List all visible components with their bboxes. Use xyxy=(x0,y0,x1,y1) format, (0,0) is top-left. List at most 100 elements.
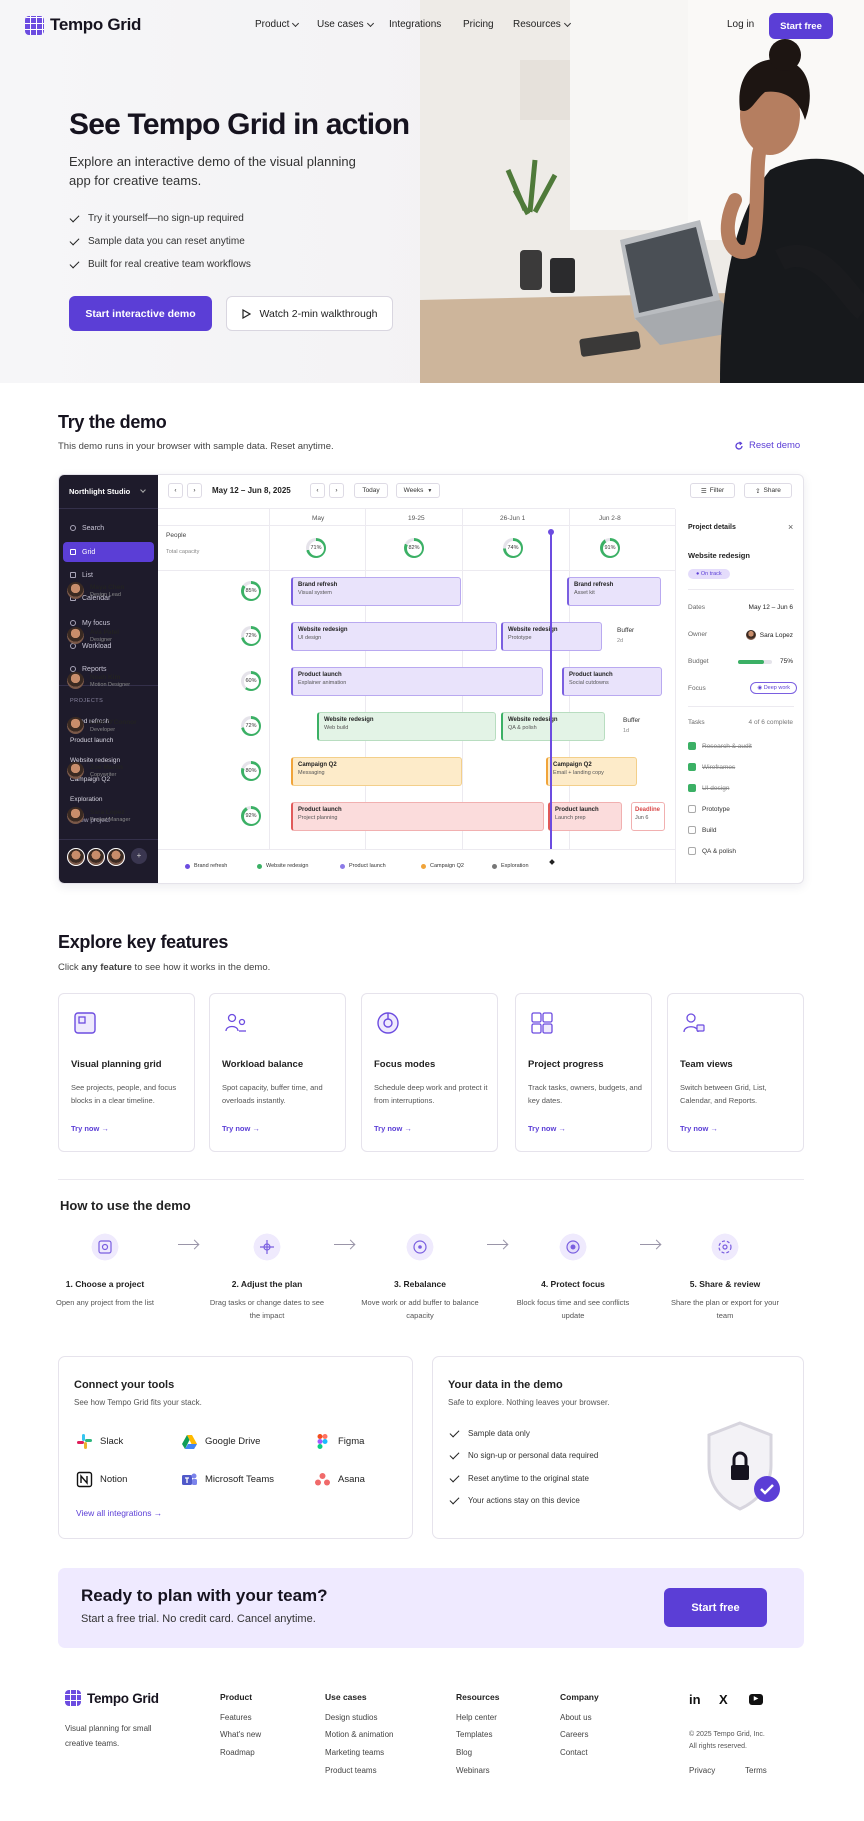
nav-start-free-button[interactable]: Start free xyxy=(769,13,833,39)
feature-card-workload[interactable]: Workload balance Spot capacity, buffer t… xyxy=(209,993,346,1152)
add-member-icon[interactable]: + xyxy=(131,848,147,864)
nav-pricing[interactable]: Pricing xyxy=(463,19,494,30)
nav-integrations[interactable]: Integrations xyxy=(389,19,441,30)
task-bar[interactable]: Website redesign UI design xyxy=(291,622,497,651)
share-button[interactable]: ⇪ Share xyxy=(744,483,792,498)
prev-icon[interactable]: ‹ xyxy=(310,483,325,498)
footer-link[interactable]: Help center xyxy=(456,1713,497,1722)
filter-button[interactable]: ☰ Filter xyxy=(690,483,735,498)
login-link[interactable]: Log in xyxy=(727,19,754,30)
task-bar[interactable]: Website redesign Web build xyxy=(317,712,496,741)
task-bar[interactable]: Brand refresh Asset kit xyxy=(567,577,661,606)
sidebar-item-search[interactable]: Search xyxy=(63,518,154,538)
checkbox-icon[interactable] xyxy=(688,847,696,855)
deadline-marker[interactable]: Deadline Jun 6 xyxy=(631,802,665,831)
footer-link[interactable]: Motion & animation xyxy=(325,1730,393,1739)
task-bar[interactable]: Product launch Explainer animation xyxy=(291,667,543,696)
task-label: QA & polish xyxy=(702,847,736,855)
task-bar[interactable]: Campaign Q2 Messaging xyxy=(291,757,462,786)
footer-link[interactable]: What's new xyxy=(220,1730,261,1739)
try-now-link[interactable]: Try now → xyxy=(680,1124,718,1133)
person-row[interactable]: Liam O'Connor Developer xyxy=(67,717,137,734)
nav-product[interactable]: Product xyxy=(255,19,300,30)
task-label: Wireframes xyxy=(702,763,736,771)
nav-resources[interactable]: Resources xyxy=(513,19,571,30)
task-bar[interactable]: Product launch Launch prep xyxy=(548,802,622,831)
today-button[interactable]: Today xyxy=(354,483,388,498)
workspace-name[interactable]: Northlight Studio xyxy=(69,487,130,496)
youtube-icon[interactable]: ▶ xyxy=(749,1694,763,1705)
feature-card-visual-planning[interactable]: Visual planning grid See projects, peopl… xyxy=(58,993,195,1152)
footer-link[interactable]: Product teams xyxy=(325,1766,377,1775)
feature-card-progress[interactable]: Project progress Track tasks, owners, bu… xyxy=(515,993,652,1152)
sidebar-item-grid[interactable]: Grid xyxy=(63,542,154,562)
try-now-link[interactable]: Try now → xyxy=(528,1124,566,1133)
team-avatars[interactable]: + xyxy=(67,848,147,866)
checkbox-checked-icon[interactable] xyxy=(688,784,696,792)
task-item[interactable]: UI design xyxy=(688,784,729,792)
task-item[interactable]: Research & audit xyxy=(688,742,752,750)
prev-icon[interactable]: ‹ xyxy=(168,483,183,498)
terms-link[interactable]: Terms xyxy=(745,1766,767,1775)
sidebar-label: My focus xyxy=(82,619,111,627)
sidebar-project-product-launch[interactable]: Product launch xyxy=(70,737,113,744)
view-select[interactable]: Weeks ▼ xyxy=(396,483,440,498)
person-row[interactable]: Zoe Martin Copywriter xyxy=(67,762,123,779)
x-icon[interactable]: X xyxy=(719,1692,728,1707)
start-interactive-demo-button[interactable]: Start interactive demo xyxy=(69,296,212,331)
task-subtitle: Email + landing copy xyxy=(553,770,604,776)
footer-link[interactable]: About us xyxy=(560,1713,592,1722)
footer-link[interactable]: Roadmap xyxy=(220,1748,255,1757)
task-item[interactable]: QA & polish xyxy=(688,847,736,855)
task-bar[interactable]: Brand refresh Visual system xyxy=(291,577,461,606)
footer-link[interactable]: Contact xyxy=(560,1748,588,1757)
checkbox-icon[interactable] xyxy=(688,805,696,813)
chevron-down-icon[interactable] xyxy=(140,487,146,493)
try-now-link[interactable]: Try now → xyxy=(374,1124,412,1133)
footer-link[interactable]: Templates xyxy=(456,1730,492,1739)
task-bar[interactable]: Product launch Social cutdowns xyxy=(562,667,662,696)
view-all-integrations-link[interactable]: View all integrations → xyxy=(76,1508,162,1518)
task-item[interactable]: Prototype xyxy=(688,805,730,813)
nav-use-cases[interactable]: Use cases xyxy=(317,19,374,30)
next-icon[interactable]: › xyxy=(187,483,202,498)
brand-logo[interactable]: Tempo Grid xyxy=(25,15,141,35)
task-bar[interactable]: Product launch Project planning xyxy=(291,802,544,831)
person-row[interactable]: Maya Chen Design Lead xyxy=(67,582,124,599)
try-now-link[interactable]: Try now → xyxy=(222,1124,260,1133)
close-icon[interactable]: × xyxy=(788,522,793,532)
sidebar-project-exploration[interactable]: Exploration xyxy=(70,796,103,803)
tool-notion[interactable]: Notion xyxy=(76,1471,127,1488)
person-row[interactable]: Noah Kim Motion Designer xyxy=(67,672,130,689)
next-icon[interactable]: › xyxy=(329,483,344,498)
person-row[interactable]: Ava Patel Designer xyxy=(67,627,119,644)
feature-card-team-views[interactable]: Team views Switch between Grid, List, Ca… xyxy=(667,993,804,1152)
feature-card-focus[interactable]: Focus modes Schedule deep work and prote… xyxy=(361,993,498,1152)
footer-link[interactable]: Marketing teams xyxy=(325,1748,384,1757)
footer-link[interactable]: Blog xyxy=(456,1748,472,1757)
task-bar[interactable]: Campaign Q2 Email + landing copy xyxy=(546,757,637,786)
tool-slack[interactable]: Slack xyxy=(76,1433,123,1450)
footer-link[interactable]: Webinars xyxy=(456,1766,490,1775)
tool-figma[interactable]: Figma xyxy=(314,1433,364,1450)
linkedin-icon[interactable]: in xyxy=(689,1692,701,1707)
watch-walkthrough-button[interactable]: Watch 2-min walkthrough xyxy=(226,296,393,331)
person-row[interactable]: Sara Lopez Project Manager xyxy=(67,807,130,824)
reset-demo-button[interactable]: Reset demo xyxy=(734,440,800,451)
checkbox-checked-icon[interactable] xyxy=(688,763,696,771)
tool-asana[interactable]: Asana xyxy=(314,1471,365,1488)
tool-microsoft-teams[interactable]: Microsoft Teams xyxy=(181,1471,274,1488)
footer-link[interactable]: Features xyxy=(220,1713,252,1722)
try-now-link[interactable]: Try now → xyxy=(71,1124,109,1133)
cta-start-free-button[interactable]: Start free xyxy=(664,1588,767,1627)
task-bar[interactable]: Website redesign QA & polish xyxy=(501,712,605,741)
footer-link[interactable]: Design studios xyxy=(325,1713,377,1722)
footer-link[interactable]: Careers xyxy=(560,1730,588,1739)
task-item[interactable]: Wireframes xyxy=(688,763,735,771)
checkbox-checked-icon[interactable] xyxy=(688,742,696,750)
checkbox-icon[interactable] xyxy=(688,826,696,834)
footer-logo[interactable]: Tempo Grid xyxy=(65,1690,159,1706)
tool-google-drive[interactable]: Google Drive xyxy=(181,1433,260,1450)
privacy-link[interactable]: Privacy xyxy=(689,1766,715,1775)
task-item[interactable]: Build xyxy=(688,826,716,834)
